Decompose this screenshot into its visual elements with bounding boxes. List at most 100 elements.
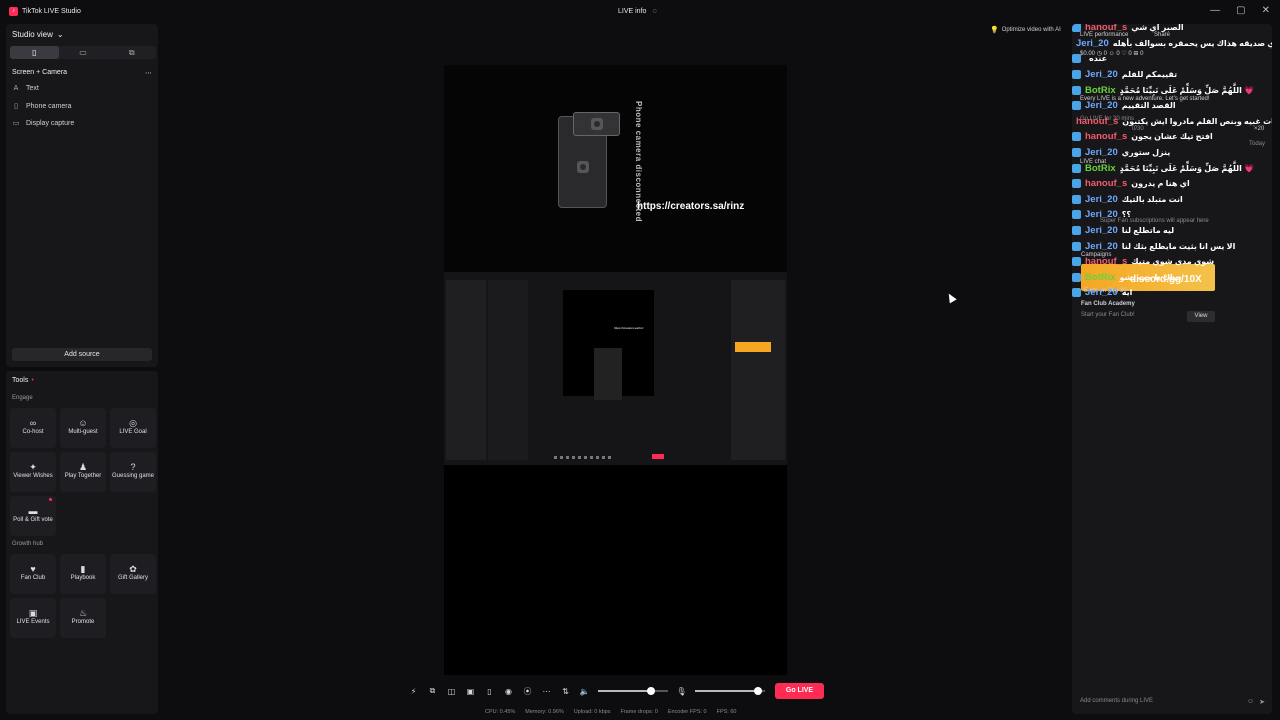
tool-promote[interactable]: ♨ Promote — [60, 598, 106, 638]
info-icon[interactable]: ◌ — [652, 8, 656, 15]
close-icon[interactable]: ✕ — [1262, 5, 1270, 16]
tool-label: Gift Gallery — [117, 575, 148, 581]
stat-fps: FPS: 60 — [716, 709, 737, 715]
more-icon[interactable]: ⋯ — [145, 69, 152, 77]
chat-message[interactable]: Jeri_20 انت متبلد بالتيك — [1072, 193, 1272, 205]
chat-message[interactable]: Jeri_20 القصد التقييم — [1072, 100, 1272, 112]
screenshot-icon[interactable]: ◫ — [442, 687, 461, 696]
tool-gift-gallery[interactable]: ✿ Gift Gallery — [110, 554, 156, 594]
badge-icon — [1072, 163, 1081, 173]
source-text[interactable]: A Text — [12, 85, 39, 92]
phone-camera-source[interactable]: Phone camera disconnected https://creato… — [444, 65, 787, 272]
minimize-icon[interactable]: — — [1210, 5, 1220, 16]
go-live-button[interactable]: Go LIVE — [775, 683, 824, 699]
chat-username[interactable]: BotRix — [1085, 272, 1116, 283]
tool-guessing-game[interactable]: ? Guessing game — [110, 452, 156, 492]
nested-tools — [488, 280, 528, 460]
tool-viewer-wishes[interactable]: ✦ Viewer Wishes — [10, 452, 56, 492]
display-capture-source[interactable]: https://creators.sa/rinz — [444, 272, 787, 465]
tool-co-host[interactable]: ∞ Co-host — [10, 408, 56, 448]
chat-username[interactable]: hanouf_s — [1085, 256, 1127, 267]
tool-poll-gift-vote[interactable]: ▬ Poll & Gift vote — [10, 496, 56, 536]
chat-username[interactable]: hanouf_s — [1085, 24, 1127, 33]
layout-icon[interactable]: ⧉ — [423, 686, 442, 696]
more-icon[interactable]: ⋯ — [537, 687, 556, 696]
chat-message[interactable]: Jeri_20 تقييمكم للفلم — [1072, 68, 1272, 80]
microphone-icon[interactable]: 🎙 — [672, 687, 691, 696]
chat-username[interactable]: Jeri_20 — [1085, 100, 1118, 111]
phone-icon[interactable]: ▯ — [480, 687, 499, 696]
badge-icon — [1072, 225, 1081, 235]
source-phone-camera[interactable]: ▯ Phone camera — [12, 102, 72, 111]
tab-dual[interactable]: ⧉ — [107, 46, 156, 59]
studio-view-dropdown[interactable]: Studio view ⌄ — [12, 30, 64, 39]
speaker-icon[interactable]: 🔈 — [575, 687, 594, 696]
camera-effect-icon[interactable]: ⦿ — [518, 686, 537, 697]
chat-message[interactable]: BotRix اللَّهُمَّ صَلِّ وَسَلِّمْ عَلَى ن… — [1072, 162, 1272, 174]
tab-portrait[interactable]: ▯ — [10, 46, 59, 59]
chat-text: الصبر اي شي — [1131, 24, 1184, 33]
speaker-volume-knob[interactable] — [646, 687, 655, 695]
tool-playbook[interactable]: ▮ Playbook — [60, 554, 106, 594]
chat-message[interactable]: Jeri_20 ينزل ستوري — [1072, 146, 1272, 158]
optimize-ai-button[interactable]: 💡 Optimize video with AI — [990, 26, 1061, 34]
tool-play-together[interactable]: ♟ Play Together — [60, 452, 106, 492]
mic-volume-slider[interactable] — [695, 687, 765, 695]
tool-live-goal[interactable]: ◎ LIVE Goal — [110, 408, 156, 448]
chat-message[interactable]: BotRix حياك يا حب بشو — [1072, 271, 1272, 283]
chat-message[interactable]: Jeri_20 ايه — [1072, 287, 1272, 299]
chat-username[interactable]: Jeri_20 — [1085, 241, 1118, 252]
media-icon[interactable]: ▣ — [461, 687, 480, 696]
live-preview-canvas[interactable]: Phone camera disconnected https://creato… — [444, 65, 787, 675]
send-icon[interactable]: ➤ — [1259, 698, 1265, 706]
comment-input[interactable]: Add comments during LIVE ☺ ➤ — [1080, 698, 1265, 710]
chat-username[interactable]: Jeri_20 — [1085, 69, 1118, 80]
chat-message[interactable]: Jeri_20 الا يس انا بثيت مايطلع بثك لنا — [1072, 240, 1272, 252]
chat-username[interactable]: hanouf_s — [1085, 131, 1127, 142]
chat-username[interactable]: Jeri_20 — [1085, 209, 1118, 220]
chat-username[interactable]: Jeri_20 — [1085, 147, 1118, 158]
magic-icon[interactable]: ⚡ — [404, 687, 423, 696]
view-button[interactable]: View — [1187, 311, 1215, 322]
live-info-title[interactable]: LIVE info ◌ — [618, 8, 657, 15]
chat-message[interactable]: hanouf_s افتح تيك عشان يجون — [1072, 131, 1272, 143]
scene-label[interactable]: Screen + Camera — [12, 69, 67, 77]
chat-username[interactable]: BotRix — [1085, 163, 1116, 174]
chat-username[interactable]: hanouf_s — [1076, 116, 1118, 127]
chat-username[interactable]: BotRix — [1085, 85, 1116, 96]
bulb-icon: 💡 — [990, 27, 999, 34]
tool-live-events[interactable]: ▣ LIVE Events — [10, 598, 56, 638]
add-source-button[interactable]: Add source — [12, 348, 152, 361]
chat-message[interactable]: hanouf_s الصبر اي شي — [1072, 24, 1272, 34]
scene-row[interactable]: Screen + Camera ⋯ — [12, 69, 152, 77]
mic-volume-knob[interactable] — [754, 687, 762, 695]
emoji-icon[interactable]: ☺ — [1247, 698, 1254, 706]
stat-memory: Memory: 0.96% — [525, 709, 564, 715]
source-display-capture[interactable]: ▭ Display capture — [12, 119, 75, 128]
tool-multi-guest[interactable]: ☺ Multi-guest — [60, 408, 106, 448]
chat-message[interactable]: Jeri_20عائله زي صديقه هذاك يس يحمقره بسو… — [1072, 37, 1272, 49]
badge-icon — [1072, 101, 1081, 111]
speaker-volume-slider[interactable] — [598, 687, 668, 695]
overlay-url-text[interactable]: https://creators.sa/rinz — [637, 201, 744, 212]
chat-username[interactable]: Jeri_20 — [1076, 38, 1109, 49]
source-label: Phone camera — [26, 102, 72, 110]
tab-landscape[interactable]: ▭ — [59, 46, 108, 59]
maximize-icon[interactable]: ▢ — [1236, 5, 1245, 16]
chat-message[interactable]: Jeri_20 ليه ماتطلع لنا — [1072, 224, 1272, 236]
source-label: Text — [26, 85, 39, 92]
camera-icon — [577, 161, 589, 173]
chat-message[interactable]: hanouf_s اي هنا م يدرون — [1072, 178, 1272, 190]
chat-message[interactable]: Jeri_20 ؟؟ — [1072, 209, 1272, 221]
chat-message[interactable]: hanouf_s في لقطات غبيه وبنص الفلم مادروا … — [1072, 115, 1272, 127]
chat-message[interactable]: hanouf_s شوي مدي شوي متيك — [1072, 256, 1272, 268]
record-icon[interactable]: ◉ — [499, 687, 518, 696]
chat-username[interactable]: Jeri_20 — [1085, 194, 1118, 205]
chat-message[interactable]: BotRix اللَّهُمَّ صَلِّ وَسَلِّمْ عَلَى ن… — [1072, 84, 1272, 96]
tool-fan-club[interactable]: ♥ Fan Club — [10, 554, 56, 594]
chat-message[interactable]: عنده — [1072, 53, 1272, 65]
chat-username[interactable]: Jeri_20 — [1085, 287, 1118, 298]
settings-sliders-icon[interactable]: ⇅ — [556, 687, 575, 696]
chat-username[interactable]: hanouf_s — [1085, 178, 1127, 189]
chat-username[interactable]: Jeri_20 — [1085, 225, 1118, 236]
